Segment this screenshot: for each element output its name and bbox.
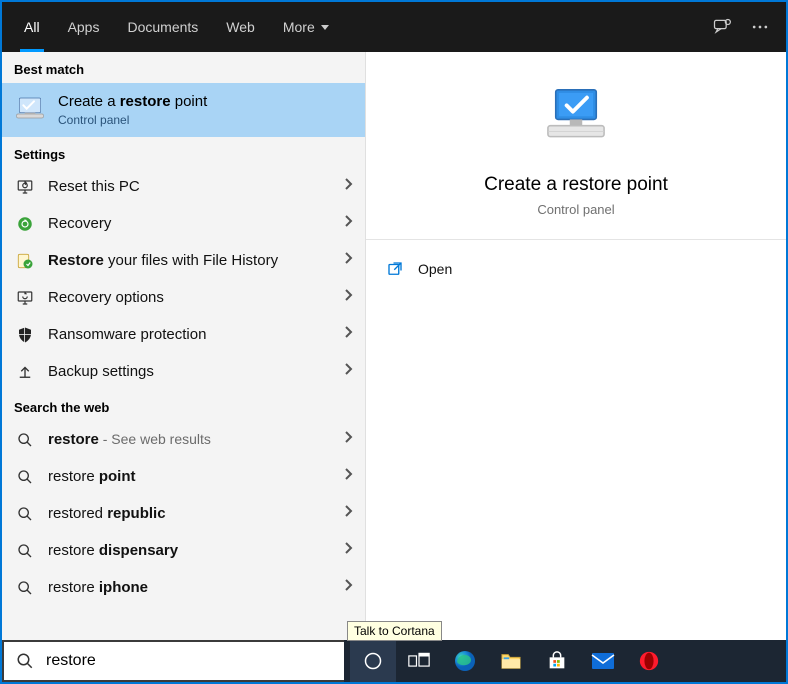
store-button[interactable] [534,640,580,682]
cortana-tooltip: Talk to Cortana [347,621,442,641]
mail-button[interactable] [580,640,626,682]
taskbar [344,640,786,682]
section-settings: Settings [2,137,365,168]
search-icon [16,542,34,560]
search-input[interactable] [46,652,332,670]
settings-item-backup[interactable]: Backup settings [2,353,365,390]
settings-item-label: Ransomware protection [48,326,329,343]
tab-more[interactable]: More [269,2,343,52]
chevron-right-icon [343,541,353,560]
recovery-icon [16,215,34,233]
reset-pc-icon [16,178,34,196]
settings-item-label: Recovery options [48,289,329,306]
preview-panel: Create a restore point Control panel Ope… [366,52,786,640]
best-match-subtitle: Control panel [58,113,207,127]
best-match-item[interactable]: Create a restore point Control panel [2,83,365,137]
tab-label: Apps [68,19,100,35]
chevron-right-icon [343,430,353,449]
cortana-button[interactable] [350,640,396,682]
settings-item-label: Reset this PC [48,178,329,195]
recovery-options-icon [16,289,34,307]
web-item-label: restore - See web results [48,431,329,448]
chevron-right-icon [343,251,353,270]
preview-subtitle: Control panel [537,202,614,217]
web-item-label: restore dispensary [48,542,329,559]
action-open[interactable]: Open [366,248,786,290]
task-view-button[interactable] [396,640,442,682]
settings-item-recovery-options[interactable]: Recovery options [2,279,365,316]
chevron-right-icon [343,325,353,344]
web-item[interactable]: restored republic [2,495,365,532]
open-icon [386,260,404,278]
best-match-title: Create a restore point [58,93,207,111]
chevron-right-icon [343,214,353,233]
feedback-icon[interactable] [712,17,732,37]
settings-item-label: Backup settings [48,363,329,380]
web-item[interactable]: restore - See web results [2,421,365,458]
section-best-match: Best match [2,52,365,83]
settings-item-label: Recovery [48,215,329,232]
chevron-right-icon [343,288,353,307]
tab-label: More [283,19,315,35]
tab-apps[interactable]: Apps [54,2,114,52]
search-icon [16,468,34,486]
chevron-right-icon [343,362,353,381]
options-icon[interactable] [750,17,770,37]
settings-item-reset-pc[interactable]: Reset this PC [2,168,365,205]
search-icon [16,505,34,523]
tab-label: Documents [127,19,198,35]
file-explorer-button[interactable] [488,640,534,682]
tab-label: All [24,19,40,35]
chevron-right-icon [343,177,353,196]
web-item-label: restore point [48,468,329,485]
restore-point-icon [14,94,46,126]
action-label: Open [418,261,452,277]
chevron-down-icon [321,25,329,30]
search-tabs: All Apps Documents Web More [2,2,786,52]
shield-icon [16,326,34,344]
section-search-web: Search the web [2,390,365,421]
web-item[interactable]: restore point [2,458,365,495]
settings-item-ransomware[interactable]: Ransomware protection [2,316,365,353]
preview-title: Create a restore point [484,174,668,196]
results-panel: Best match Create a restore point Contro… [2,52,366,640]
tab-documents[interactable]: Documents [113,2,212,52]
search-icon [16,579,34,597]
web-item[interactable]: restore iphone [2,569,365,606]
settings-item-file-history[interactable]: Restore your files with File History [2,242,365,279]
edge-button[interactable] [442,640,488,682]
opera-button[interactable] [626,640,672,682]
tab-label: Web [226,19,255,35]
chevron-right-icon [343,578,353,597]
web-item-label: restore iphone [48,579,329,596]
file-history-icon [16,252,34,270]
search-icon [16,652,34,670]
search-box[interactable] [2,640,344,682]
search-icon [16,431,34,449]
restore-point-large-icon [537,82,615,160]
settings-item-recovery[interactable]: Recovery [2,205,365,242]
backup-icon [16,363,34,381]
settings-item-label: Restore your files with File History [48,252,329,269]
taskbar-area [2,640,786,682]
tab-web[interactable]: Web [212,2,269,52]
chevron-right-icon [343,504,353,523]
web-item-label: restored republic [48,505,329,522]
chevron-right-icon [343,467,353,486]
tab-all[interactable]: All [10,2,54,52]
web-item[interactable]: restore dispensary [2,532,365,569]
